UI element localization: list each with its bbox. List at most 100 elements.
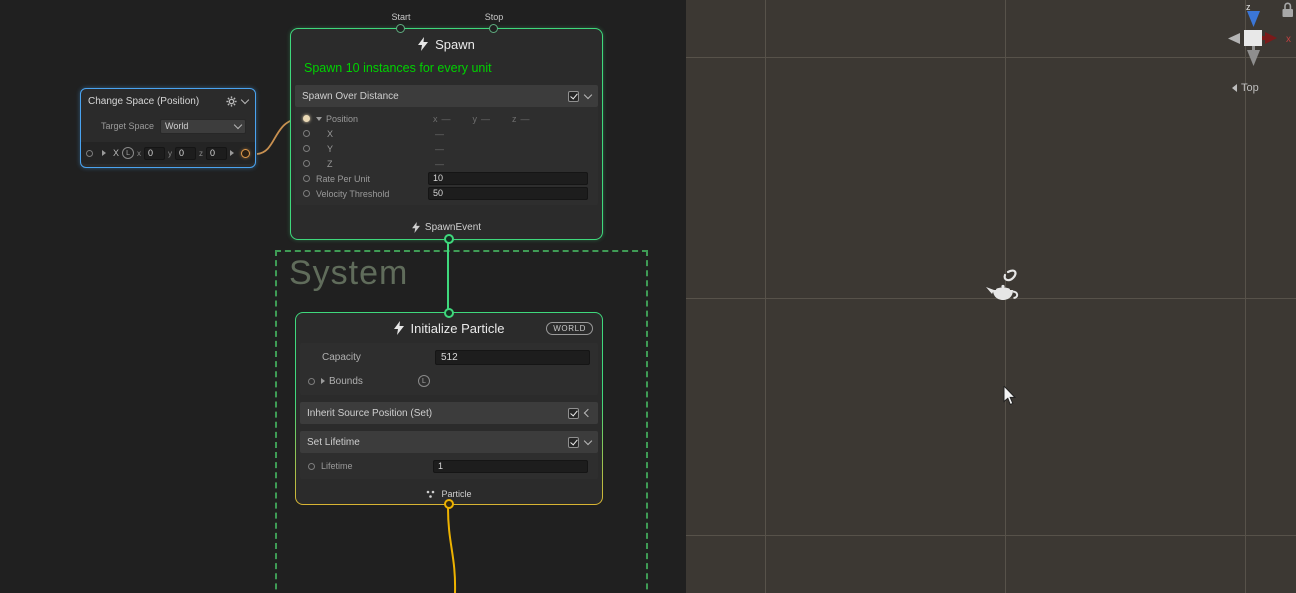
z-axis-letter: z bbox=[199, 149, 203, 158]
block-title: Set Lifetime bbox=[307, 437, 562, 448]
view-orientation-button[interactable]: Top bbox=[1232, 82, 1259, 94]
set-lifetime-block: Set Lifetime Lifetime 1 bbox=[300, 431, 598, 479]
capacity-label: Capacity bbox=[322, 352, 361, 363]
local-space-icon[interactable]: L bbox=[122, 147, 134, 159]
x-axis-cone[interactable] bbox=[1265, 32, 1277, 44]
target-space-dropdown[interactable]: World bbox=[160, 119, 246, 134]
lifetime-row: Lifetime 1 bbox=[300, 457, 598, 475]
initialize-input-port[interactable] bbox=[444, 308, 454, 318]
bounds-row: Bounds L bbox=[300, 369, 598, 393]
orientation-gizmo[interactable]: z x bbox=[1216, 0, 1296, 72]
z-label: Z bbox=[327, 159, 333, 169]
gizmo-x-label: x bbox=[1286, 34, 1291, 45]
chevron-down-icon[interactable] bbox=[241, 96, 249, 104]
property-row-z: Z — bbox=[295, 156, 598, 171]
world-space-badge[interactable]: WORLD bbox=[546, 322, 593, 335]
chevron-down-icon[interactable] bbox=[584, 436, 592, 444]
block-enabled-checkbox[interactable] bbox=[568, 91, 579, 102]
z-input-port[interactable] bbox=[303, 160, 310, 167]
start-flow-port[interactable] bbox=[396, 24, 405, 33]
vfx-graph-window: System Change Space (Position) bbox=[0, 0, 1296, 593]
velocity-threshold-label: Velocity Threshold bbox=[316, 189, 389, 199]
z-value-input[interactable]: 0 bbox=[206, 147, 227, 160]
spawn-over-distance-header[interactable]: Spawn Over Distance bbox=[295, 85, 598, 107]
position-input-port[interactable] bbox=[303, 115, 310, 122]
lifetime-label: Lifetime bbox=[321, 461, 353, 471]
position-output-port[interactable] bbox=[241, 149, 250, 158]
spawn-node[interactable]: Start Stop Spawn Spawn 10 instances for … bbox=[290, 28, 603, 240]
chevron-down-icon[interactable] bbox=[584, 90, 592, 98]
velocity-threshold-input[interactable]: 50 bbox=[428, 187, 588, 200]
graph-canvas[interactable]: System Change Space (Position) bbox=[0, 0, 686, 593]
change-space-port-row: X L x 0 y 0 z 0 bbox=[81, 142, 255, 164]
gizmo-cube[interactable] bbox=[1244, 30, 1262, 46]
lifetime-input[interactable]: 1 bbox=[433, 460, 588, 473]
velocity-threshold-port[interactable] bbox=[303, 190, 310, 197]
triangle-left-icon bbox=[1232, 84, 1237, 92]
local-space-icon[interactable]: L bbox=[418, 375, 430, 387]
mouse-cursor bbox=[1003, 386, 1017, 406]
vfx-lamp-icon[interactable] bbox=[985, 268, 1025, 308]
y-letter: y bbox=[473, 114, 478, 124]
grid-line bbox=[686, 535, 1296, 536]
lightning-icon bbox=[418, 37, 428, 51]
target-space-value: World bbox=[165, 121, 231, 131]
block-enabled-checkbox[interactable] bbox=[568, 437, 579, 448]
x-input-port[interactable] bbox=[86, 150, 93, 157]
y-label: Y bbox=[327, 144, 333, 154]
inherit-source-position-header[interactable]: Inherit Source Position (Set) bbox=[300, 402, 598, 424]
set-lifetime-header[interactable]: Set Lifetime bbox=[300, 431, 598, 453]
system-group-title[interactable]: System bbox=[277, 252, 646, 293]
lock-icon[interactable] bbox=[1283, 3, 1294, 17]
x-label: X bbox=[327, 129, 333, 139]
change-space-header[interactable]: Change Space (Position) bbox=[81, 89, 255, 114]
z-axis-cone[interactable] bbox=[1247, 11, 1260, 27]
y-axis-cone[interactable] bbox=[1247, 50, 1260, 66]
set-lifetime-properties: Lifetime 1 bbox=[300, 453, 598, 479]
expand-triangle-icon[interactable] bbox=[321, 378, 325, 384]
x-axis-letter: x bbox=[137, 149, 141, 158]
gear-icon[interactable] bbox=[226, 96, 237, 107]
x-input-port[interactable] bbox=[303, 130, 310, 137]
inherit-source-position-block: Inherit Source Position (Set) bbox=[300, 402, 598, 424]
position-values: x— y— z— bbox=[433, 114, 586, 124]
y-value: — bbox=[435, 144, 444, 154]
x-value-input[interactable]: 0 bbox=[144, 147, 165, 160]
orientation-text: Top bbox=[1241, 82, 1259, 94]
scene-viewport[interactable]: z x Top bbox=[686, 0, 1296, 593]
spawnevent-label: SpawnEvent bbox=[425, 222, 481, 233]
rate-per-unit-port[interactable] bbox=[303, 175, 310, 182]
spawn-title-text: Spawn bbox=[435, 37, 475, 52]
expand-caret-icon[interactable] bbox=[316, 117, 322, 121]
y-value-input[interactable]: 0 bbox=[175, 147, 196, 160]
lifetime-input-port[interactable] bbox=[308, 463, 315, 470]
block-enabled-checkbox[interactable] bbox=[568, 408, 579, 419]
expand-triangle-icon[interactable] bbox=[102, 150, 106, 156]
neg-x-axis-cone[interactable] bbox=[1228, 33, 1240, 44]
spawn-subtitle: Spawn 10 instances for every unit bbox=[291, 59, 602, 85]
spawn-node-title: Spawn bbox=[291, 29, 602, 59]
x-dash: — bbox=[442, 114, 451, 124]
stop-port-label: Stop bbox=[485, 12, 504, 22]
output-triangle-icon bbox=[230, 150, 234, 156]
bounds-input-port[interactable] bbox=[308, 378, 315, 385]
capacity-input[interactable]: 512 bbox=[435, 350, 590, 365]
block-properties: Position x— y— z— X — Y bbox=[295, 107, 598, 205]
change-space-title: Change Space (Position) bbox=[88, 96, 221, 107]
spawnevent-output-port[interactable] bbox=[444, 234, 454, 244]
z-letter: z bbox=[512, 114, 517, 124]
bounds-label: Bounds bbox=[329, 376, 363, 387]
x-value: — bbox=[435, 129, 444, 139]
particle-output-port[interactable] bbox=[444, 499, 454, 509]
change-space-node[interactable]: Change Space (Position) Target Space Wor… bbox=[80, 88, 256, 168]
property-row-position: Position x— y— z— bbox=[295, 111, 598, 126]
initialize-particle-node[interactable]: Initialize Particle WORLD Capacity 512 B… bbox=[295, 312, 603, 505]
stop-flow-port[interactable] bbox=[489, 24, 498, 33]
lightning-icon bbox=[412, 222, 420, 233]
particle-label: Particle bbox=[441, 489, 471, 499]
block-title: Inherit Source Position (Set) bbox=[307, 408, 562, 419]
z-dash: — bbox=[521, 114, 530, 124]
y-input-port[interactable] bbox=[303, 145, 310, 152]
chevron-left-icon[interactable] bbox=[584, 409, 592, 417]
rate-per-unit-input[interactable]: 10 bbox=[428, 172, 588, 185]
